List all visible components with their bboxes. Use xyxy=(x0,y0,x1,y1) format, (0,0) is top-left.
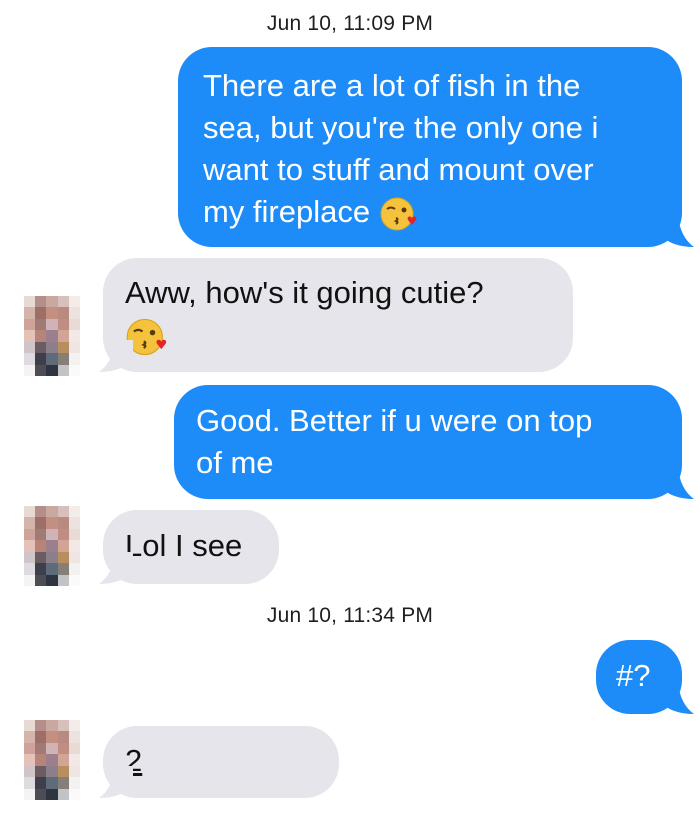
bubble-tail xyxy=(99,340,133,372)
bubble-tail xyxy=(660,467,694,499)
contact-avatar[interactable] xyxy=(24,506,80,586)
message-line xyxy=(125,314,553,357)
message-line: sea, but you're the only one i xyxy=(203,110,599,145)
bubble-tail xyxy=(99,766,133,798)
timestamp: Jun 10, 11:09 PM xyxy=(266,12,434,35)
message-line: 2 xyxy=(125,740,319,782)
contact-avatar[interactable] xyxy=(24,720,80,800)
outgoing-message-bubble[interactable]: There are a lot of fish in the sea, but … xyxy=(178,47,682,247)
bubble-tail xyxy=(660,682,694,714)
message-line: Good. Better if u were on top xyxy=(196,403,593,438)
message-text: my fireplace xyxy=(203,194,371,229)
outgoing-message-bubble[interactable]: Good. Better if u were on top of me xyxy=(174,385,682,499)
incoming-message-bubble[interactable]: Aww, how's it going cutie? xyxy=(103,258,573,372)
contact-avatar[interactable] xyxy=(24,296,80,376)
timestamp: Jun 10, 11:34 PM xyxy=(266,604,434,627)
message-line: Aww, how's it going cutie? xyxy=(125,275,484,310)
kiss-face-emoji-icon xyxy=(380,197,417,231)
incoming-message-bubble[interactable]: 2 xyxy=(103,726,339,798)
bubble-tail xyxy=(99,552,133,584)
bubble-tail xyxy=(660,215,694,247)
message-line: of me xyxy=(196,445,274,480)
message-line: want to stuff and mount over xyxy=(203,152,594,187)
message-line: Lol I see xyxy=(125,528,243,563)
message-line: There are a lot of fish in the xyxy=(203,68,581,103)
message-line: my fireplace xyxy=(203,191,662,233)
